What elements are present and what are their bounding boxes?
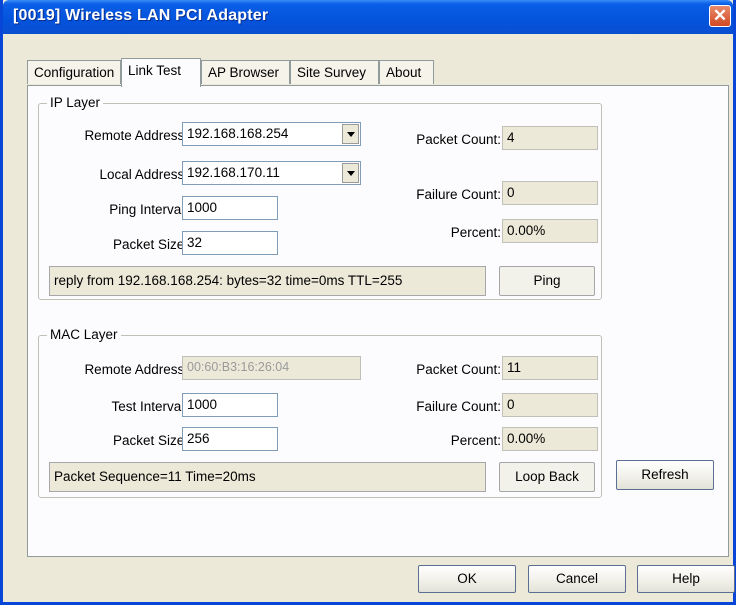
mac-layer-group: MAC Layer Remote Address: 00:60:B3:16:26… xyxy=(38,327,602,498)
tab-ap-browser[interactable]: AP Browser xyxy=(201,60,290,84)
close-icon: ✕ xyxy=(712,6,728,25)
tab-site-survey[interactable]: Site Survey xyxy=(290,60,379,84)
chevron-down-icon[interactable] xyxy=(342,163,359,183)
link-test-panel: IP Layer Remote Address: 192.168.168.254… xyxy=(27,85,729,557)
mac-packet-count-value: 11 xyxy=(502,356,598,380)
ip-packet-count-value: 4 xyxy=(502,126,598,150)
mac-percent-label: Percent: xyxy=(450,433,501,448)
help-button[interactable]: Help xyxy=(637,565,735,593)
mac-remote-address-field: 00:60:B3:16:26:04 xyxy=(182,356,361,380)
loop-back-button[interactable]: Loop Back xyxy=(499,462,595,492)
dialog-window: [0019] Wireless LAN PCI Adapter ✕ Config… xyxy=(0,0,736,605)
chevron-down-icon[interactable] xyxy=(342,124,359,144)
mac-percent-value: 0.00% xyxy=(502,427,598,451)
ping-interval-label: Ping Interval: xyxy=(109,202,188,217)
mac-packet-size-label: Packet Size: xyxy=(112,433,188,448)
mac-remote-address-label: Remote Address: xyxy=(84,362,188,377)
mac-packet-size-input[interactable]: 256 xyxy=(182,427,278,451)
mac-layer-label: MAC Layer xyxy=(47,327,121,342)
window-title: [0019] Wireless LAN PCI Adapter xyxy=(13,7,269,24)
ip-packet-count-label: Packet Count: xyxy=(416,132,501,147)
cancel-button[interactable]: Cancel xyxy=(528,565,626,593)
ip-percent-label: Percent: xyxy=(450,225,501,240)
title-bar[interactable]: [0019] Wireless LAN PCI Adapter ✕ xyxy=(3,0,733,34)
test-interval-label: Test Interval: xyxy=(111,399,188,414)
ip-remote-address-value: 192.168.168.254 xyxy=(187,126,289,141)
mac-status-text: Packet Sequence=11 Time=20ms xyxy=(49,462,486,492)
ok-button[interactable]: OK xyxy=(418,565,516,593)
ip-remote-address-combo[interactable]: 192.168.168.254 xyxy=(182,122,361,146)
mac-packet-count-label: Packet Count: xyxy=(416,362,501,377)
ping-button[interactable]: Ping xyxy=(499,266,595,296)
refresh-button[interactable]: Refresh xyxy=(616,460,714,490)
ip-layer-label: IP Layer xyxy=(47,95,104,110)
ping-interval-input[interactable]: 1000 xyxy=(182,196,278,220)
tab-about[interactable]: About xyxy=(379,60,434,84)
tab-link-test[interactable]: Link Test xyxy=(121,58,201,87)
ip-remote-address-label: Remote Address: xyxy=(84,128,188,143)
ip-local-address-value: 192.168.170.11 xyxy=(187,165,280,180)
ip-packet-size-label: Packet Size: xyxy=(112,237,188,252)
mac-failure-count-value: 0 xyxy=(502,393,598,417)
close-button[interactable]: ✕ xyxy=(709,5,731,27)
ip-packet-size-input[interactable]: 32 xyxy=(182,231,278,255)
test-interval-input[interactable]: 1000 xyxy=(182,393,278,417)
ip-failure-count-value: 0 xyxy=(502,181,598,205)
ip-failure-count-label: Failure Count: xyxy=(416,187,501,202)
tab-configuration[interactable]: Configuration xyxy=(27,60,121,84)
mac-failure-count-label: Failure Count: xyxy=(416,399,501,414)
ip-status-text: reply from 192.168.168.254: bytes=32 tim… xyxy=(49,266,486,296)
ip-percent-value: 0.00% xyxy=(502,219,598,243)
ip-local-address-combo[interactable]: 192.168.170.11 xyxy=(182,161,361,185)
ip-layer-group: IP Layer Remote Address: 192.168.168.254… xyxy=(38,95,602,300)
ip-local-address-label: Local Address: xyxy=(99,167,188,182)
